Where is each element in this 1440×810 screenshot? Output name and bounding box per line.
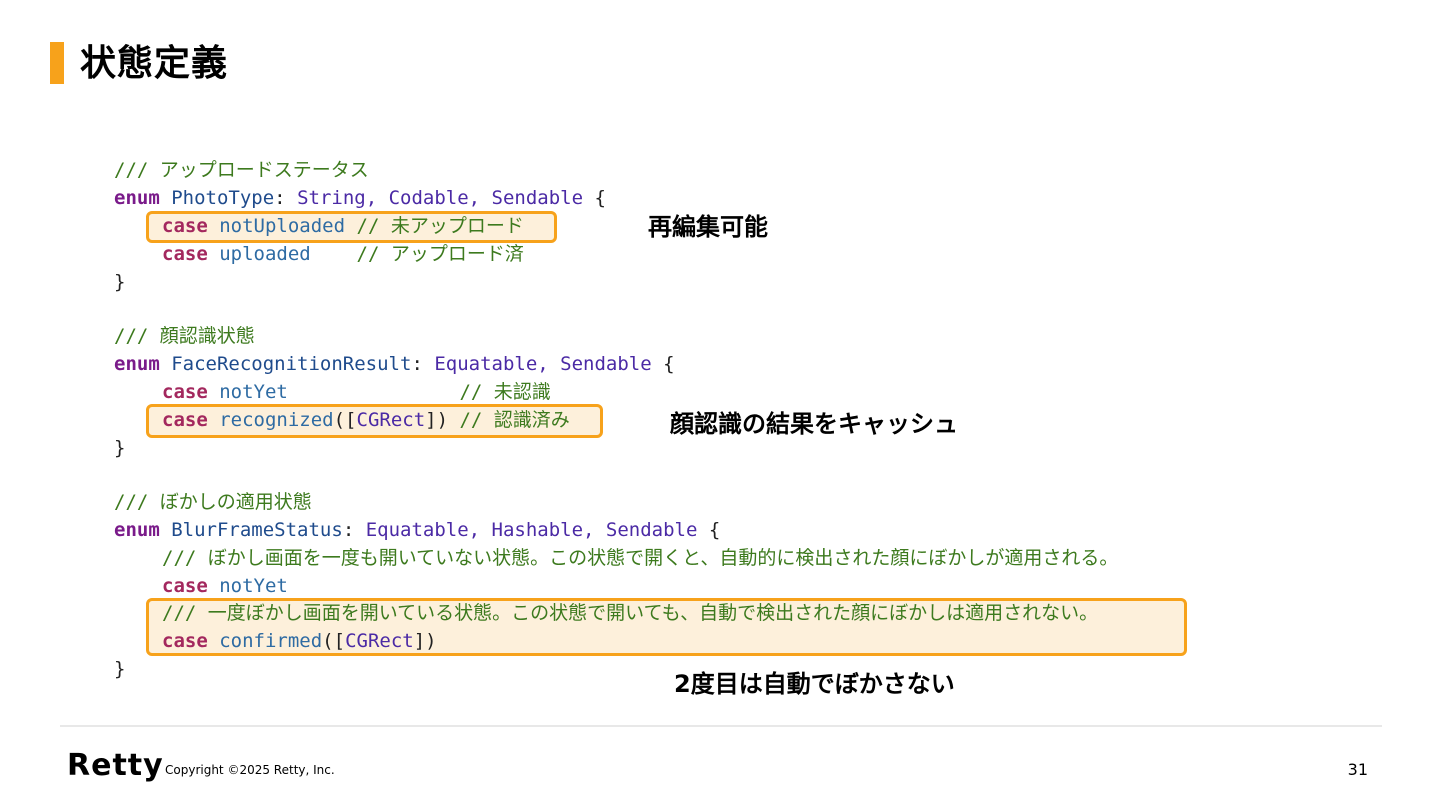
case-name: confirmed [219, 630, 323, 652]
code-comment: /// ぼかしの適用状態 [114, 491, 312, 513]
case-name: recognized [219, 409, 334, 431]
code-line: } [114, 434, 125, 462]
keyword-case: case [162, 381, 208, 403]
copyright-text: Copyright ©2025 Retty, Inc. [165, 763, 335, 777]
code-comment: /// 顔認識状態 [114, 325, 255, 347]
annotation-no-auto-blur: 2度目は自動でぼかさない [674, 670, 955, 698]
case-associated-type: CGRect [345, 630, 414, 652]
annotation-cache-result: 顔認識の結果をキャッシュ [670, 410, 958, 438]
code-line: case confirmed([CGRect]) [162, 627, 437, 655]
enum-conformances: String, Codable, Sendable [297, 187, 584, 209]
doc-comment: /// 一度ぼかし画面を開いている状態。この状態で開いても、自動で検出された顔に… [162, 602, 1099, 624]
code-line: case uploaded // アップロード済 [162, 240, 524, 268]
case-name: notYet [219, 575, 288, 597]
code-line: enum FaceRecognitionResult: Equatable, S… [114, 350, 675, 378]
code-comment: // 未アップロード [356, 215, 524, 237]
case-associated-type: CGRect [356, 409, 426, 431]
code-punct: } [114, 658, 126, 680]
doc-comment: /// ぼかし画面を一度も開いていない状態。この状態で開くと、自動的に検出された… [162, 547, 1119, 569]
enum-name: PhotoType [171, 187, 275, 209]
code-punct: } [114, 271, 126, 293]
keyword-enum: enum [114, 519, 160, 541]
code-line: /// 一度ぼかし画面を開いている状態。この状態で開いても、自動で検出された顔に… [162, 599, 1098, 627]
code-line: } [114, 268, 125, 296]
keyword-case: case [162, 409, 208, 431]
code-comment: // アップロード済 [356, 243, 524, 265]
page-number: 31 [1347, 760, 1368, 779]
code-punct: ]) [425, 409, 449, 431]
code-punct: { [651, 353, 675, 375]
code-punct: { [697, 519, 721, 541]
keyword-case: case [162, 243, 208, 265]
code-comment: // 未認識 [459, 381, 551, 403]
enum-conformances: Equatable, Sendable [434, 353, 652, 375]
keyword-enum: enum [114, 187, 160, 209]
keyword-case: case [162, 630, 208, 652]
code-line: case recognized([CGRect]) // 認識済み [162, 406, 570, 434]
code-punct: : [342, 519, 366, 541]
case-name: uploaded [219, 243, 311, 265]
footer-divider [60, 725, 1382, 727]
title-accent-bar [50, 42, 64, 84]
code-line: enum BlurFrameStatus: Equatable, Hashabl… [114, 516, 720, 544]
case-name: notUploaded [219, 215, 346, 237]
code-line: /// アップロードステータス [114, 156, 369, 184]
keyword-case: case [162, 575, 208, 597]
code-punct: : [411, 353, 435, 375]
annotation-reeditable: 再編集可能 [648, 213, 768, 241]
enum-name: BlurFrameStatus [171, 519, 343, 541]
code-line: } [114, 655, 125, 683]
code-line: case notYet // 未認識 [162, 378, 551, 406]
code-comment: /// アップロードステータス [114, 159, 369, 181]
enum-conformances: Equatable, Hashable, Sendable [365, 519, 698, 541]
enum-name: FaceRecognitionResult [171, 353, 412, 375]
code-line: /// ぼかしの適用状態 [114, 488, 312, 516]
code-punct: ]) [413, 630, 437, 652]
code-line: /// 顔認識状態 [114, 322, 255, 350]
code-punct: { [583, 187, 606, 209]
case-name: notYet [219, 381, 288, 403]
code-punct: } [114, 437, 126, 459]
code-line: enum PhotoType: String, Codable, Sendabl… [114, 184, 606, 212]
code-comment: // 認識済み [459, 409, 570, 431]
code-punct: ([ [322, 630, 346, 652]
page-title: 状態定義 [80, 43, 229, 84]
code-punct: ([ [333, 409, 357, 431]
brand-logo: Retty [67, 748, 164, 783]
code-line: case notYet [162, 572, 288, 600]
keyword-case: case [162, 215, 208, 237]
code-line: /// ぼかし画面を一度も開いていない状態。この状態で開くと、自動的に検出された… [162, 544, 1118, 572]
code-line: case notUploaded // 未アップロード [162, 212, 524, 240]
code-punct: : [274, 187, 298, 209]
keyword-enum: enum [114, 353, 160, 375]
